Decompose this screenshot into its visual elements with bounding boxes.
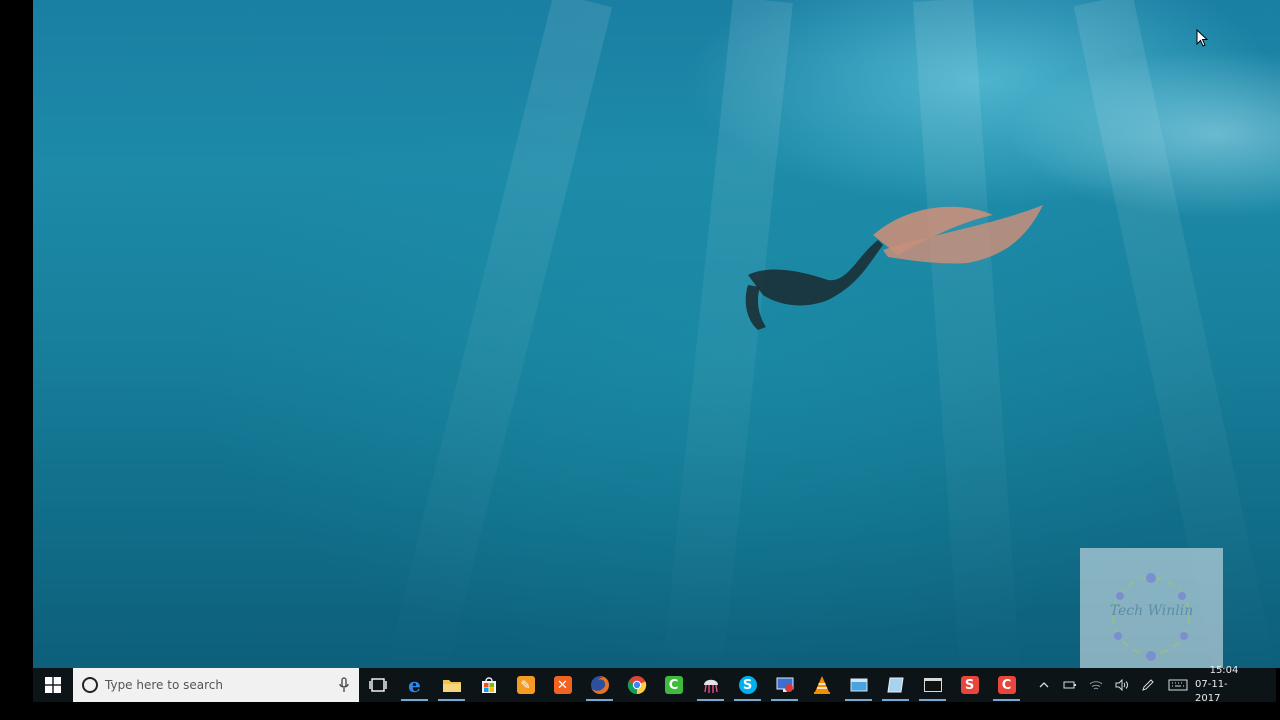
orange-app-icon: ✎ <box>516 676 535 694</box>
right-black-border <box>1276 668 1280 702</box>
taskbar-app-file-explorer[interactable] <box>433 668 470 702</box>
window-app-icon <box>850 678 867 692</box>
battery-icon <box>1063 681 1076 689</box>
speaker-icon <box>1115 679 1128 691</box>
left-black-border <box>0 0 33 720</box>
chevron-up-icon <box>1039 682 1049 688</box>
store-bag-icon <box>481 677 496 693</box>
keyboard-icon <box>1168 679 1188 691</box>
wifi-icon <box>1089 681 1103 690</box>
tray-pen-button[interactable] <box>1135 668 1161 702</box>
clock-button[interactable]: 15:04 07-11-2017 <box>1195 665 1253 704</box>
camtasia-icon: C <box>664 676 683 694</box>
taskbar: Type here to search e ✎ ✕ C S S C 15:04 … <box>33 665 1276 704</box>
windows-logo-icon <box>45 677 61 693</box>
xampp-icon: ✕ <box>553 676 572 694</box>
taskbar-app-sublime-text[interactable]: S <box>951 668 988 702</box>
skype-icon: S <box>738 676 757 694</box>
task-view-button[interactable] <box>359 668 396 702</box>
task-view-icon <box>368 678 387 692</box>
taskbar-app-remote-desktop[interactable] <box>766 668 803 702</box>
mouse-pointer-icon <box>1196 29 1208 47</box>
search-placeholder: Type here to search <box>105 678 223 692</box>
start-button[interactable] <box>33 668 73 702</box>
tray-keyboard-button[interactable] <box>1161 668 1195 702</box>
watermark-text: Tech Winlin <box>1109 603 1194 619</box>
swimmer-silhouette <box>745 205 1043 330</box>
tray-volume-button[interactable] <box>1109 668 1135 702</box>
tray-battery-button[interactable] <box>1057 668 1083 702</box>
command-prompt-icon <box>923 678 942 692</box>
jellyfish-app-icon <box>703 679 718 693</box>
taskbar-app-window[interactable] <box>840 668 877 702</box>
taskbar-app-command-prompt[interactable] <box>914 668 951 702</box>
taskbar-app-firefox[interactable] <box>581 668 618 702</box>
light-ray <box>384 0 613 668</box>
taskbar-app-camtasia[interactable]: C <box>655 668 692 702</box>
taskbar-app-jellyfish[interactable] <box>692 668 729 702</box>
pen-icon <box>1142 679 1154 691</box>
taskbar-app-xampp[interactable]: ✕ <box>544 668 581 702</box>
edge-icon: e <box>408 673 421 697</box>
taskbar-app-paper[interactable] <box>877 668 914 702</box>
taskbar-app-vlc[interactable] <box>803 668 840 702</box>
taskbar-app-edge[interactable]: e <box>396 668 433 702</box>
tray-network-button[interactable] <box>1083 668 1109 702</box>
show-hidden-icons-button[interactable] <box>1031 668 1057 702</box>
taskbar-app-c[interactable]: C <box>988 668 1025 702</box>
sublime-text-icon: S <box>960 676 979 694</box>
taskbar-app-orange[interactable]: ✎ <box>507 668 544 702</box>
search-input[interactable]: Type here to search <box>73 668 359 702</box>
system-tray: 15:04 07-11-2017 <box>1031 665 1253 704</box>
cortana-circle-icon <box>82 677 98 693</box>
firefox-icon <box>590 676 609 694</box>
c-app-icon: C <box>997 676 1016 694</box>
vlc-cone-icon <box>813 676 830 694</box>
folder-icon <box>442 680 461 692</box>
bottom-black-border <box>0 702 1280 720</box>
taskbar-app-skype[interactable]: S <box>729 668 766 702</box>
remote-desktop-icon <box>776 677 793 692</box>
paper-app-icon <box>886 677 904 693</box>
taskbar-app-chrome[interactable] <box>618 668 655 702</box>
chrome-icon <box>627 676 646 695</box>
watermark-logo: Tech Winlin <box>1080 548 1223 668</box>
taskbar-app-store[interactable] <box>470 668 507 702</box>
microphone-icon[interactable] <box>339 677 349 693</box>
